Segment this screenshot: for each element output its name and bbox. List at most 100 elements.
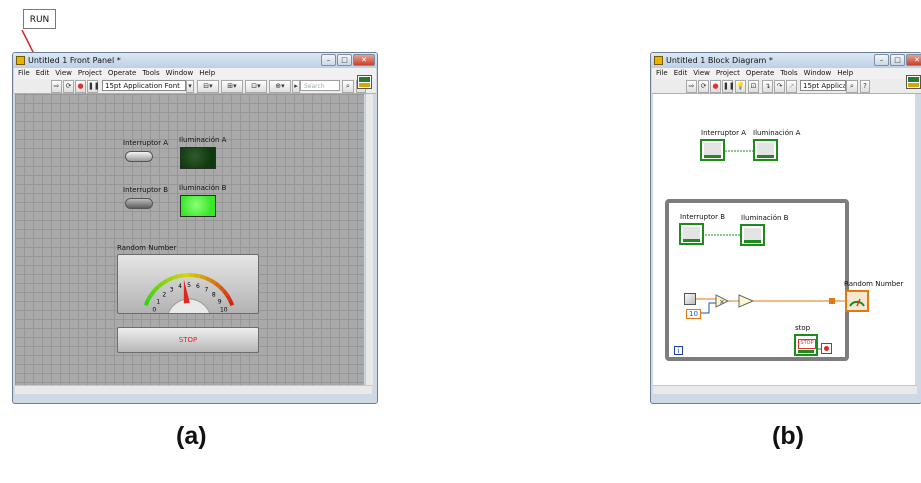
gauge-arc-segment [214, 281, 222, 289]
gauge-tick-label: 9 [218, 298, 222, 305]
random-number-terminal-label: Random Number [844, 280, 904, 288]
stop-button-label: STOP [178, 336, 198, 344]
caption-b: (b) [772, 422, 804, 450]
distribute-objects-icon[interactable]: ⊞▾ [221, 80, 243, 93]
vi-connector-icon[interactable] [357, 75, 372, 89]
gauge-arc-segment [218, 285, 226, 293]
front-panel-toolbar: ⇨ ⟳ ● ❚❚ 15pt Application Font ▾ ⊟▾ ⊞▾ ⊡… [14, 79, 376, 94]
gauge-tick-label: 4 [178, 283, 182, 290]
gauge-arc-segment [204, 276, 212, 283]
stop-terminal-text: STOP [798, 339, 816, 349]
minimize-button[interactable]: – [321, 54, 336, 66]
search-input[interactable]: Search [300, 80, 340, 91]
menu-help[interactable]: Help [199, 69, 215, 77]
switch-b-terminal[interactable] [679, 223, 704, 245]
loop-condition-icon[interactable] [821, 343, 832, 354]
gauge-arc-segment [225, 294, 232, 302]
gauge-arc-segment [161, 278, 169, 285]
gauge-tick-label: 5 [187, 282, 191, 289]
gauge-arc-segment [199, 274, 207, 280]
gauge-arc-segment [222, 289, 229, 297]
gauge-terminal-icon [849, 298, 865, 307]
switch-a-terminal[interactable] [700, 139, 725, 161]
svg-text:×: × [719, 298, 725, 306]
random-number-terminal[interactable] [845, 290, 869, 312]
close-button[interactable]: ✕ [353, 54, 375, 66]
labview-app-icon [16, 56, 25, 65]
gauge-tick-label: 3 [170, 286, 174, 293]
menu-operate[interactable]: Operate [108, 69, 136, 77]
gauge-arc-segment [156, 281, 164, 289]
wire-constant-to-multiply [699, 302, 716, 314]
font-selector[interactable]: 15pt Application Font [102, 80, 186, 91]
led-a-indicator [180, 147, 216, 169]
loop-tunnel [829, 298, 835, 304]
gauge-arc-segment [146, 294, 153, 302]
menu-file[interactable]: File [18, 69, 30, 77]
switch-b-terminal-label: Interruptor B [680, 213, 725, 221]
resize-objects-icon[interactable]: ⊡▾ [245, 80, 267, 93]
led-a-terminal[interactable] [753, 139, 778, 161]
switch-b-toggle[interactable] [125, 198, 153, 209]
round-function-icon [738, 294, 755, 308]
front-panel-title: Untitled 1 Front Panel * [28, 56, 121, 65]
front-panel-menubar: File Edit View Project Operate Tools Window Hel… [14, 68, 376, 79]
gauge-arc-segment [209, 278, 217, 285]
gauge-panel: 0 1 2 3 4 5 6 7 8 9 10 [117, 254, 259, 314]
random-number-function-icon[interactable] [684, 293, 696, 305]
front-panel-vertical-scrollbar[interactable] [365, 94, 373, 385]
gauge-tick-label: 8 [212, 292, 216, 299]
led-b-terminal[interactable] [740, 224, 765, 246]
gauge-arc-segment [177, 273, 184, 279]
caption-a: (a) [176, 422, 207, 450]
cleanup-icon[interactable]: ▸ [292, 80, 300, 93]
stop-terminal[interactable]: STOP [794, 334, 818, 356]
pause-icon[interactable]: ❚❚ [87, 80, 100, 93]
switch-a-terminal-label: Interruptor A [701, 129, 746, 137]
led-b-terminal-label: Iluminación B [741, 214, 789, 222]
led-a-terminal-label: Iluminación A [753, 129, 801, 137]
menu-edit[interactable]: Edit [36, 69, 50, 77]
front-panel-titlebar[interactable]: Untitled 1 Front Panel * – □ ✕ [13, 53, 377, 68]
run-continuously-icon[interactable]: ⟳ [63, 80, 74, 93]
gauge-tick-label: 6 [196, 283, 200, 290]
gauge-arc-segment [194, 273, 201, 279]
led-b-indicator [180, 195, 216, 217]
stop-terminal-label: stop [795, 324, 811, 332]
gauge-tick-label: 10 [220, 306, 228, 313]
search-icon[interactable]: ⌕ [342, 80, 354, 93]
switch-a-toggle[interactable] [125, 151, 153, 162]
led-a-label: Iluminación A [179, 136, 227, 144]
align-objects-icon[interactable]: ⊟▾ [197, 80, 219, 93]
front-panel-horizontal-scrollbar[interactable] [15, 385, 372, 394]
gauge-arc-segment [143, 299, 150, 306]
gauge-arc-segment [166, 276, 174, 283]
abort-icon[interactable]: ● [75, 80, 86, 93]
gauge-tick-label: 7 [204, 286, 208, 293]
gauge-arc-segment [149, 289, 156, 297]
switch-b-label: Interruptor B [123, 186, 168, 194]
run-button[interactable]: ⇨ [51, 80, 62, 93]
loop-iteration-terminal[interactable]: i [674, 346, 683, 355]
gauge-dial: 0123 4 5 6 78910 [143, 273, 235, 313]
led-b-label: Iluminación B [179, 184, 227, 192]
gauge-arc-segment [228, 299, 235, 306]
menu-window[interactable]: Window [166, 69, 194, 77]
stop-button[interactable]: STOP [117, 327, 259, 353]
reorder-icon[interactable]: ⊕▾ [269, 80, 291, 93]
front-panel-window: Untitled 1 Front Panel * – □ ✕ File Edit V… [12, 52, 378, 404]
constant-ten[interactable]: 10 [686, 309, 701, 319]
block-diagram-window: Untitled 1 Block Diagram * – □ ✕ File Edi… [650, 52, 921, 404]
maximize-button[interactable]: □ [337, 54, 352, 66]
gauge-tick-label: 1 [156, 298, 160, 305]
gauge-arc-segment [171, 274, 179, 280]
menu-view[interactable]: View [55, 69, 72, 77]
menu-project[interactable]: Project [78, 69, 102, 77]
gauge-tick-label: 2 [162, 292, 166, 299]
switch-a-label: Interruptor A [123, 139, 168, 147]
gauge-arc-segment [152, 285, 160, 293]
font-dropdown-chevron-icon[interactable]: ▾ [186, 80, 194, 93]
menu-tools[interactable]: Tools [142, 69, 159, 77]
gauge-label: Random Number [117, 244, 177, 252]
gauge-tick-label: 0 [152, 306, 156, 313]
